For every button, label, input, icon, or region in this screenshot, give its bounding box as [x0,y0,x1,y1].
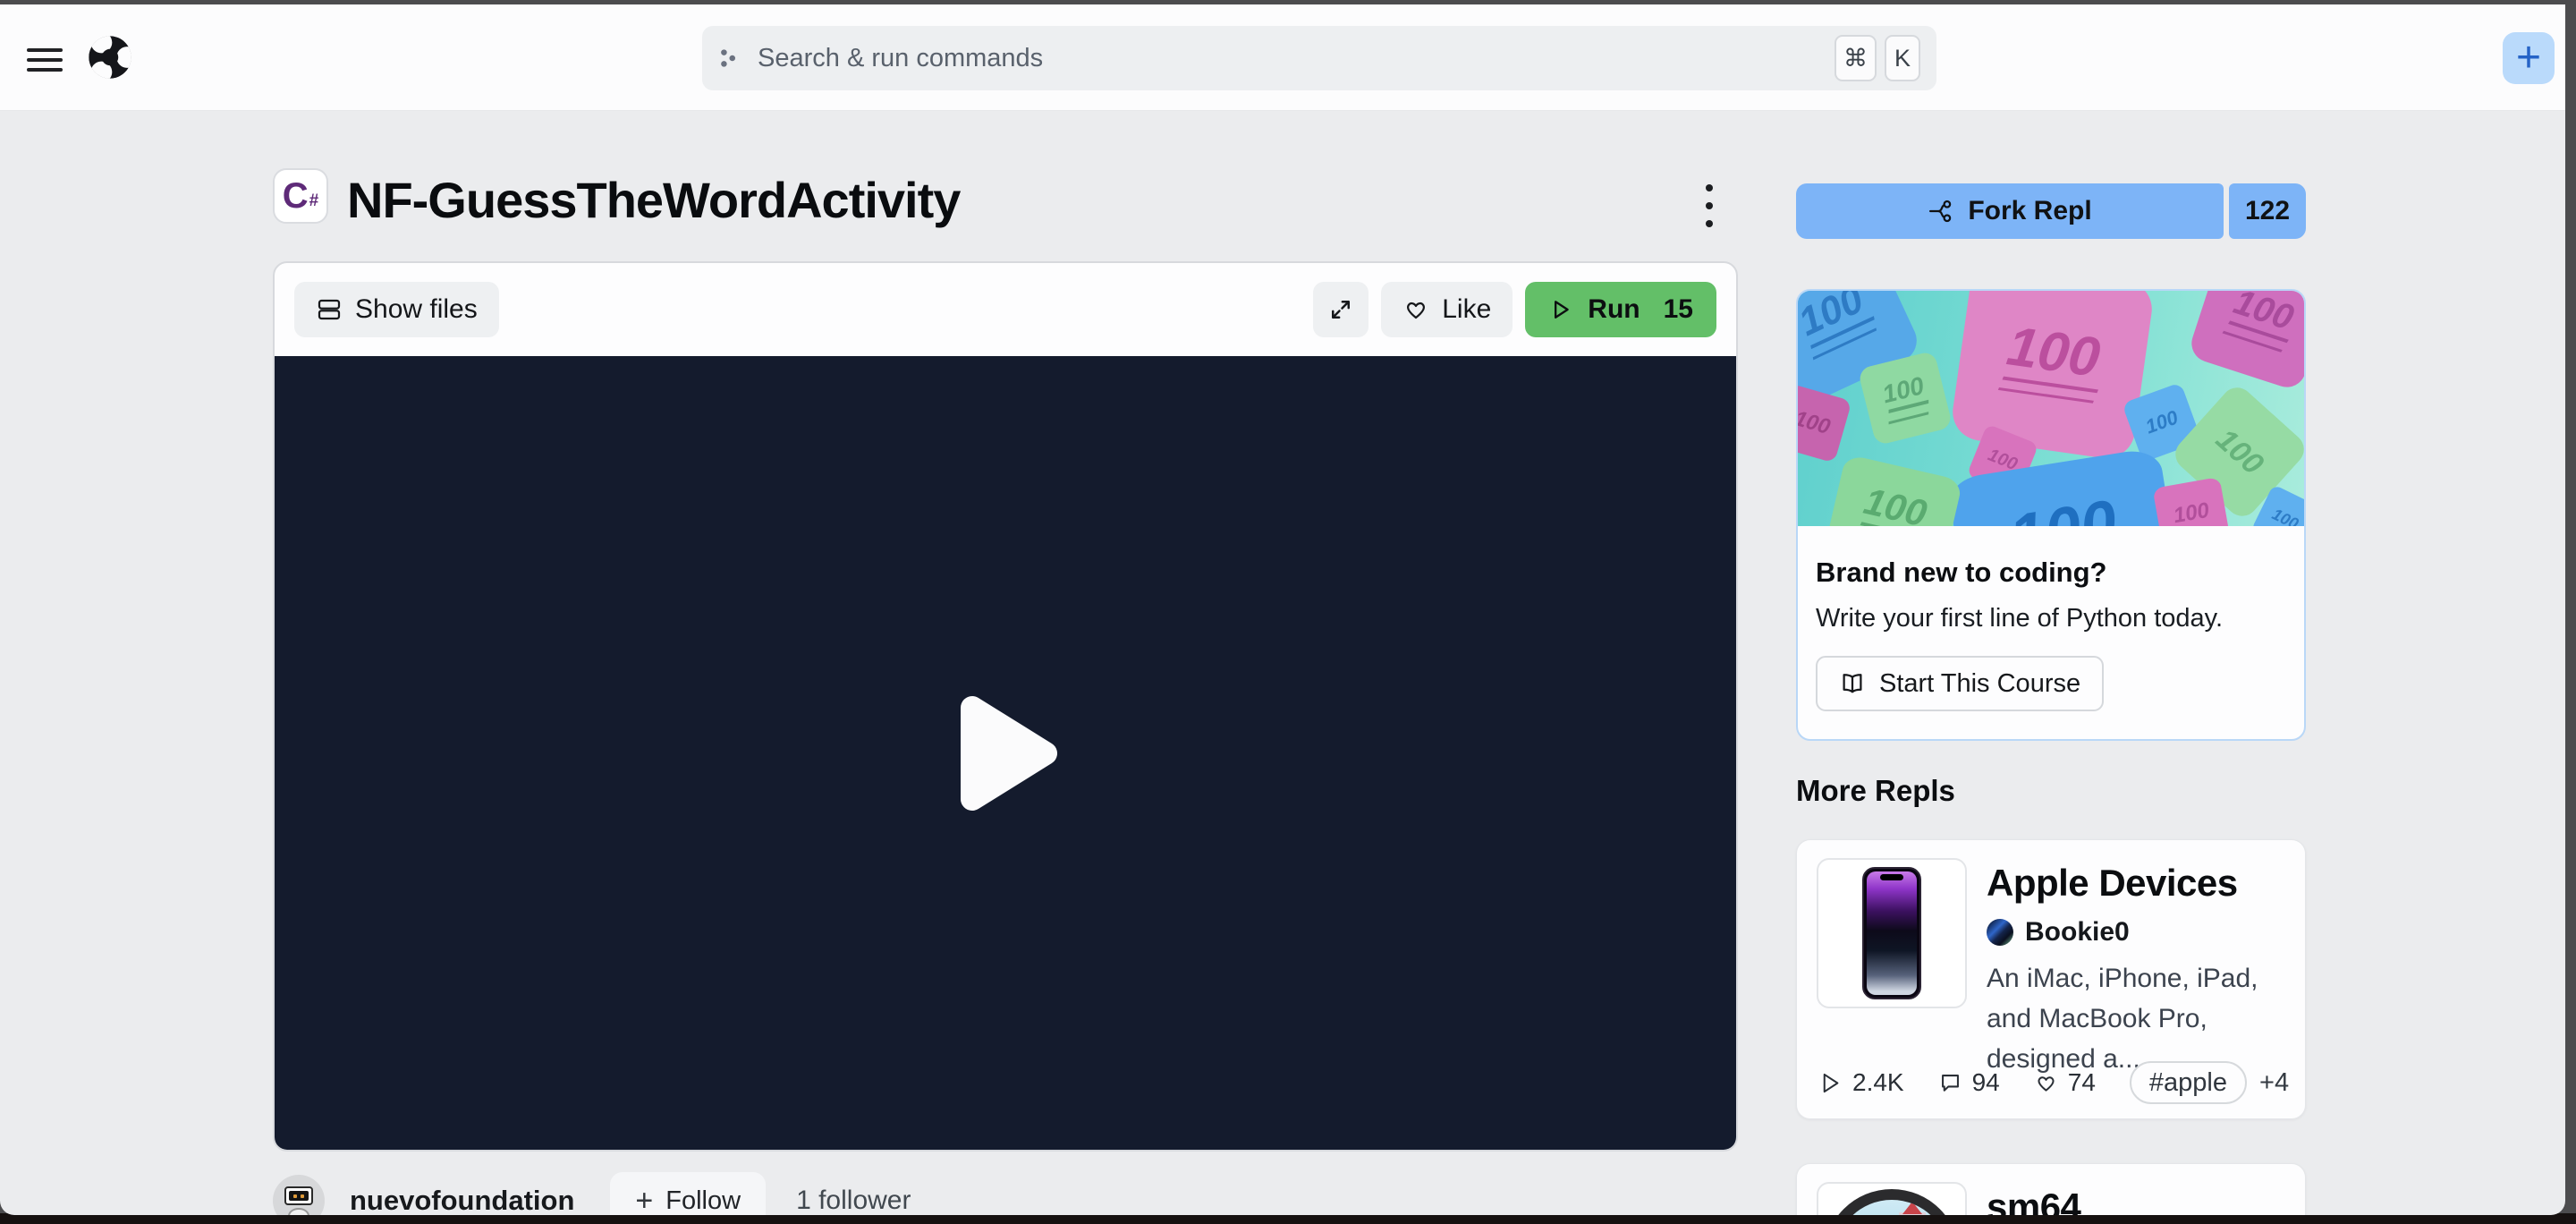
heart-icon [2038,1075,2055,1092]
plus-icon: + [635,1184,654,1215]
video-player[interactable] [275,356,1736,1150]
repl-title: NF-GuessTheWordActivity [347,172,961,228]
repl-card-sm64[interactable]: sm64 jecraft [1796,1163,2306,1215]
fork-repl-button[interactable]: Fork Repl [1796,183,2224,239]
iphone-image [1862,867,1921,999]
replit-logo-icon[interactable] [80,28,140,87]
expand-icon [1332,301,1351,319]
runs-stat: 2.4K [1818,1068,1904,1097]
start-course-label: Start This Course [1879,668,2081,698]
fork-label: Fork Repl [1968,196,2092,225]
hamburger-menu-icon[interactable] [27,48,63,72]
play-icon [1555,301,1570,319]
plus-icon: + [2515,34,2542,81]
run-button[interactable]: Run 15 [1525,282,1716,337]
more-tags-count: +4 [2259,1067,2290,1097]
tag-apple[interactable]: #apple [2129,1061,2248,1104]
author-avatar[interactable] [1987,919,2013,946]
robot-avatar-icon [284,1186,313,1205]
browser-page: Search & run commands ⌘ K + C # NF-GuessT… [0,4,2565,1215]
k-key-badge: K [1885,35,1920,81]
search-placeholder: Search & run commands [758,43,1044,72]
course-promo-card: 100 100 100 100 100 100 100 100 100 100 … [1796,289,2306,741]
fork-row: Fork Repl 122 [1796,183,2306,239]
promo-subheading: Write your first line of Python today. [1816,604,2224,633]
start-course-button[interactable]: Start This Course [1816,656,2105,711]
fork-count-button[interactable]: 122 [2229,183,2306,239]
show-files-label: Show files [355,294,478,324]
language-badge-csharp: C # [273,168,328,224]
top-nav: Search & run commands ⌘ K + [0,4,2565,111]
files-stack-icon [318,299,341,320]
run-count: 15 [1663,294,1693,324]
owner-row: nuevofoundation + Follow 1 follower [273,1169,1738,1215]
promo-body: Brand new to coding? Write your first li… [1798,526,2304,711]
book-icon [1843,674,1862,693]
more-repls-heading: More Repls [1796,774,1955,807]
repl-info: sm64 jecraft [1987,1186,2287,1215]
more-options-icon[interactable] [1693,181,1725,231]
owner-name[interactable]: nuevofoundation [350,1185,574,1215]
promo-image: 100 100 100 100 100 100 100 100 100 100 … [1798,291,2304,526]
hundred-cube: 100 [1824,454,1963,526]
fork-icon [1929,200,1952,223]
author-name[interactable]: Bookie0 [2025,917,2130,948]
preview-toolbar: Show files Like Run 15 [275,263,1736,356]
expand-button[interactable] [1313,282,1369,337]
author-row: Bookie0 [1987,917,2287,948]
repl-card-title[interactable]: sm64 [1987,1186,2287,1215]
hundred-cube: 100 [1949,291,2156,463]
like-button[interactable]: Like [1381,282,1513,337]
repl-thumbnail[interactable] [1817,858,1967,1008]
follow-label: Follow [665,1186,741,1215]
comment-icon [1941,1074,1959,1092]
search-input[interactable]: Search & run commands ⌘ K [702,26,1936,90]
like-label: Like [1442,294,1492,324]
repl-card-apple-devices[interactable]: Apple Devices Bookie0 An iMac, iPhone, i… [1796,839,2306,1119]
follow-button[interactable]: + Follow [610,1172,767,1215]
fork-count: 122 [2244,196,2291,225]
command-palette-icon [721,49,736,67]
hundred-cube: 100 [2186,291,2304,393]
create-repl-button[interactable]: + [2503,32,2555,84]
mario-image [1824,1189,1960,1215]
repl-card-title[interactable]: Apple Devices [1987,862,2287,905]
repl-thumbnail[interactable] [1817,1182,1967,1215]
likes-stat: 74 [2034,1068,2096,1097]
owner-avatar[interactable] [273,1175,325,1215]
repl-info: Apple Devices Bookie0 An iMac, iPhone, i… [1987,862,2287,1079]
run-label: Run [1588,294,1640,324]
repl-preview-card: Show files Like Run 15 [273,261,1738,1152]
big-play-icon[interactable] [945,688,1065,819]
window-frame: Search & run commands ⌘ K + C # NF-GuessT… [0,0,2576,1224]
comments-stat: 94 [1938,1068,2000,1097]
hundred-cube: 100 [1798,383,1852,463]
cmd-key-badge: ⌘ [1835,35,1877,81]
show-files-button[interactable]: Show files [294,282,499,337]
promo-heading: Brand new to coding? [1816,557,2107,588]
play-icon [1823,1073,1839,1092]
follower-count: 1 follower [796,1186,911,1215]
repl-stats-row: 2.4K 94 74 #apple +4 [1818,1061,2289,1104]
heart-icon [1407,302,1426,319]
